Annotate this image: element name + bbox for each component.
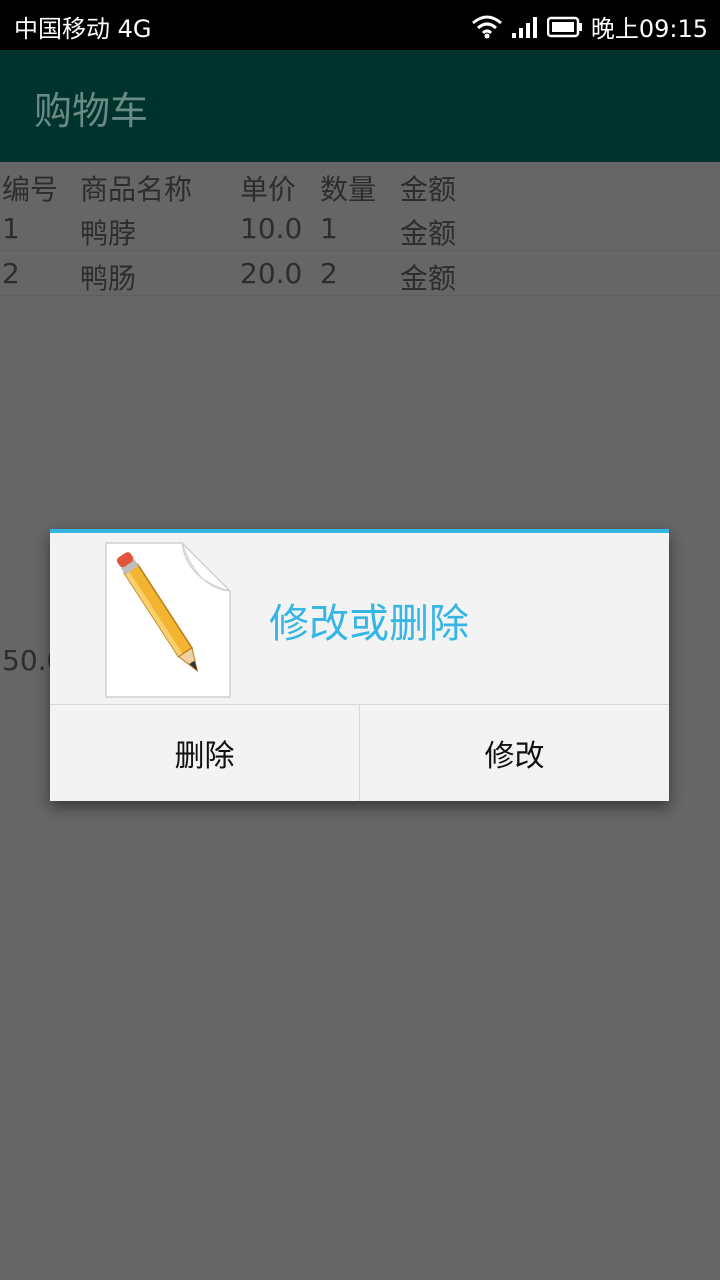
- header-price: 单价: [240, 173, 297, 206]
- table-row[interactable]: 1 鸭脖 10.0 1 金额: [0, 206, 720, 251]
- edit-delete-dialog: 修改或删除 删除 修改: [50, 529, 669, 801]
- signal-icon: [511, 16, 539, 38]
- delete-button[interactable]: 删除: [50, 705, 359, 801]
- clock: 晚上09:15: [590, 15, 708, 43]
- cell-id: 2: [2, 257, 20, 290]
- battery-icon: [546, 16, 583, 38]
- cell-price: 20.0: [240, 257, 303, 290]
- app-bar: 购物车: [0, 50, 720, 162]
- cell-amount: 金额: [400, 262, 457, 295]
- header-id: 编号: [2, 173, 59, 206]
- app-title: 购物车: [34, 89, 149, 133]
- cell-price: 10.0: [240, 212, 303, 245]
- header-amount: 金额: [400, 173, 457, 206]
- cell-quantity: 2: [320, 257, 338, 290]
- dialog-accent-bar: [50, 529, 669, 533]
- table-row[interactable]: 2 鸭肠 20.0 2 金额: [0, 251, 720, 296]
- wifi-icon: [471, 15, 503, 39]
- status-icons: 晚上09:15: [471, 9, 708, 44]
- dialog-title: 修改或删除: [269, 601, 469, 647]
- cell-name: 鸭脖: [80, 217, 137, 250]
- cell-amount: 金额: [400, 217, 457, 250]
- status-bar: 中国移动 4G 晚上09:15: [0, 0, 720, 50]
- cart-table: 编号 商品名称 单价 数量 金额 1 鸭脖 10.0 1 金额 2 鸭肠 20.…: [0, 162, 720, 296]
- cell-name: 鸭肠: [80, 262, 137, 295]
- edit-button[interactable]: 修改: [360, 705, 669, 801]
- pencil-document-icon: [102, 539, 232, 699]
- header-quantity: 数量: [320, 173, 377, 206]
- cell-quantity: 1: [320, 212, 338, 245]
- header-name: 商品名称: [80, 173, 193, 206]
- table-header-row: 编号 商品名称 单价 数量 金额: [0, 162, 720, 206]
- cell-id: 1: [2, 212, 20, 245]
- carrier-label: 中国移动 4G: [14, 15, 152, 43]
